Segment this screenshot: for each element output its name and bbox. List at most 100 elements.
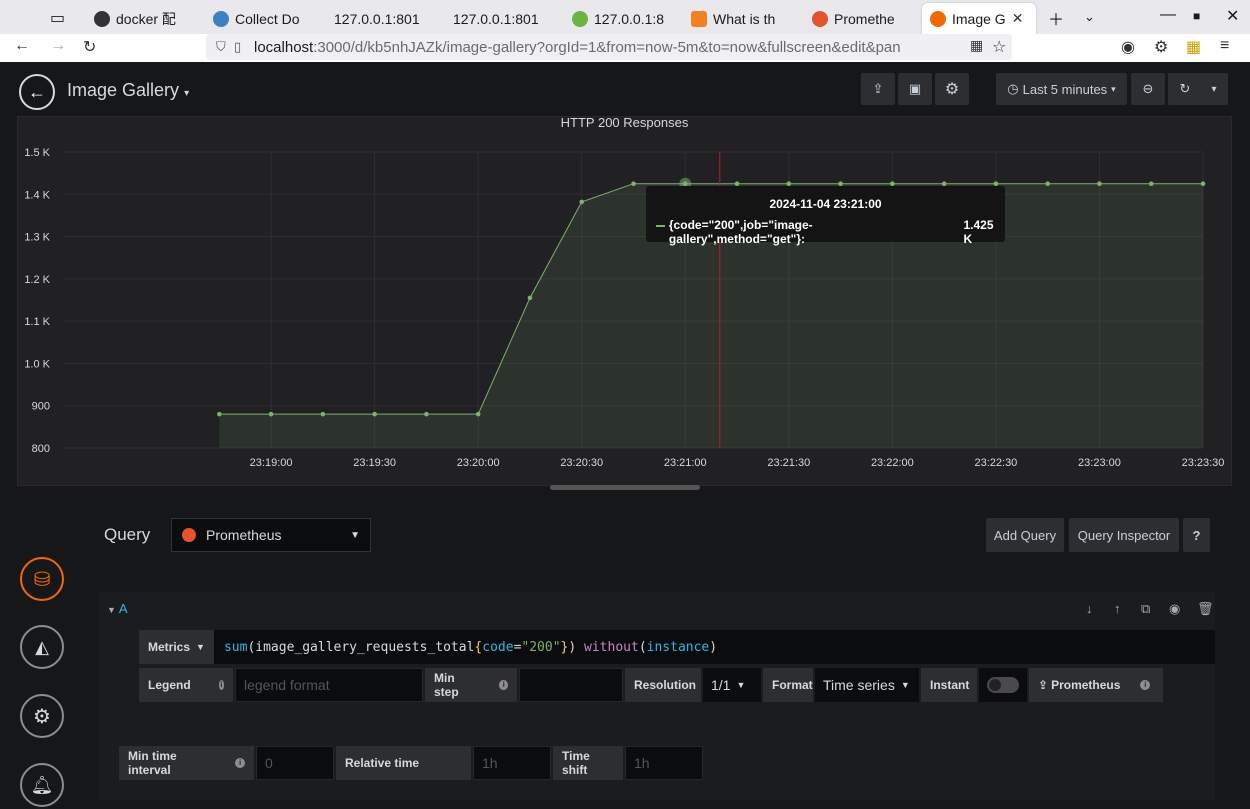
tab-collect[interactable]: Collect Do <box>213 5 313 33</box>
tab-prometheus[interactable]: Promethe <box>812 5 912 33</box>
duplicate-icon[interactable]: ⧉ <box>1141 601 1150 617</box>
tab-label: 127.0.0.1:801 <box>453 11 539 27</box>
new-tab-icon[interactable]: ＋ <box>1048 6 1064 30</box>
back-arrow-icon[interactable]: ← <box>19 74 55 110</box>
data-point <box>1200 181 1206 187</box>
tab-local-1[interactable]: 127.0.0.1:801 <box>334 5 434 33</box>
general-tab-button[interactable]: ⚙ <box>20 694 64 738</box>
menu-icon[interactable]: ≡ <box>1220 37 1229 55</box>
alert-tab-button[interactable]: 🔔︎ <box>20 763 64 807</box>
move-down-icon[interactable]: ↓ <box>1086 601 1093 616</box>
data-point <box>1045 181 1050 187</box>
caret-down-icon: ▾ <box>1211 83 1217 95</box>
close-tab-icon[interactable]: ✕ <box>1012 10 1024 27</box>
query-ref-toggle[interactable]: ▼ A <box>107 601 128 616</box>
page-icon[interactable]: ▯ <box>234 39 241 55</box>
tab-docker[interactable]: docker 配 <box>94 5 204 33</box>
info-icon[interactable]: i <box>235 758 245 768</box>
reload-icon[interactable]: ↻ <box>83 37 96 57</box>
expression-input[interactable]: sum(image_gallery_requests_total{code="2… <box>216 640 717 655</box>
tab-list-icon[interactable]: ⌄ <box>1084 9 1095 25</box>
zoom-out-button[interactable]: ⊖ <box>1131 73 1165 105</box>
query-ref-id: A <box>118 601 128 616</box>
forward-icon[interactable]: → <box>50 37 66 55</box>
extension-icon[interactable]: ⚙ <box>1154 37 1168 57</box>
close-window-icon[interactable]: ✕ <box>1226 6 1239 26</box>
data-point <box>527 295 533 301</box>
shield-icon[interactable]: ⛉ <box>216 39 226 55</box>
min-step-input[interactable] <box>519 668 623 702</box>
time-picker-button[interactable]: ◷ Last 5 minutes ▾ <box>996 73 1127 105</box>
tab-overview-icon[interactable]: ▭ <box>50 8 65 28</box>
min-interval-label: Min time interval i <box>119 746 254 780</box>
bookmark-star-icon[interactable]: ☆ <box>992 37 1006 57</box>
tab-image-gallery[interactable]: Image G ✕ <box>922 3 1036 34</box>
tab-local-3[interactable]: 127.0.0.1:8 <box>572 5 672 33</box>
instant-toggle[interactable] <box>987 677 1019 693</box>
expr-metric: image_gallery_requests_total <box>255 639 475 655</box>
prometheus-link[interactable]: ⇪ Prometheus i <box>1029 668 1163 702</box>
prometheus-icon <box>812 11 828 27</box>
legend-input[interactable]: legend format <box>235 668 423 702</box>
extensions-grid-icon[interactable]: ▦ <box>970 37 983 54</box>
move-up-icon[interactable]: ↑ <box>1114 601 1121 616</box>
add-query-button[interactable]: Add Query <box>986 518 1064 552</box>
trash-icon[interactable]: 🗑︎ <box>1197 601 1214 617</box>
help-button[interactable]: ? <box>1183 518 1210 552</box>
minimize-icon[interactable]: — <box>1160 6 1176 24</box>
tab-strip: ▭ docker 配 Collect Do 127.0.0.1:801 127.… <box>0 0 1250 34</box>
refresh-interval-button[interactable]: ▾ <box>1200 73 1228 105</box>
visualization-tab-button[interactable]: ◭ <box>20 625 64 669</box>
tab-label: Promethe <box>834 11 895 27</box>
min-interval-input[interactable]: 0 <box>256 746 334 780</box>
data-point <box>1097 181 1102 187</box>
settings-button[interactable]: ⚙ <box>935 73 969 105</box>
save-button[interactable]: ▣ <box>898 73 932 105</box>
data-point <box>372 411 377 417</box>
datasource-select[interactable]: Prometheus ▼ <box>171 518 371 552</box>
time-range-label: Last 5 minutes <box>1022 81 1108 97</box>
tab-label: 127.0.0.1:801 <box>334 11 420 27</box>
query-options-row: Min time interval i 0 Relative time 1h Ti… <box>119 746 705 780</box>
format-select[interactable]: Time series ▼ <box>815 668 919 702</box>
min-step-label: Min step i <box>425 668 517 702</box>
relative-time-input[interactable]: 1h <box>473 746 551 780</box>
info-icon[interactable]: i <box>499 680 508 690</box>
chart-svg[interactable]: 800 900 1.0 K 1.1 K 1.2 K 1.3 K 1.4 K 1.5 K 23:1… <box>18 117 1231 485</box>
clock-icon: ◷ <box>1007 81 1019 96</box>
url-bar[interactable]: ⛉ ▯ localhost:3000/d/kb5nhJAZk/image-gal… <box>206 34 1012 60</box>
metrics-label[interactable]: Metrics ▼ <box>139 630 214 664</box>
graph-panel[interactable]: HTTP 200 Responses 800 900 1.0 K 1.1 K 1.2 K… <box>17 115 1232 490</box>
share-button[interactable]: ⇪ <box>861 73 895 105</box>
addon-icon[interactable]: ▦ <box>1186 37 1201 57</box>
min-interval-label-text: Min time interval <box>128 749 177 777</box>
data-point <box>217 411 222 417</box>
back-icon[interactable]: ← <box>14 37 30 55</box>
relative-time-label: Relative time <box>336 746 471 780</box>
tab-local-2[interactable]: 127.0.0.1:801 <box>453 5 553 33</box>
queries-tab-button[interactable]: ⛁ <box>20 557 64 601</box>
expr-arg: instance <box>646 639 710 655</box>
info-icon[interactable]: i <box>218 680 224 690</box>
maximize-icon[interactable]: ■ <box>1193 9 1200 23</box>
dashboard-header: ← Image Gallery ▾ ⇪ ▣ ⚙ ◷ Last 5 minutes ▾… <box>0 62 1250 116</box>
query-inspector-button[interactable]: Query Inspector <box>1069 518 1179 552</box>
eye-icon[interactable]: ◉ <box>1169 601 1180 617</box>
info-icon[interactable]: i <box>1140 680 1151 690</box>
time-shift-label: Time shift <box>553 746 623 780</box>
save-icon: ▣ <box>908 81 922 96</box>
account-icon[interactable]: ◉ <box>1121 37 1135 57</box>
refresh-button[interactable]: ↻ <box>1168 73 1202 105</box>
tab-label: Image G <box>952 10 1006 27</box>
tab-whatis[interactable]: What is th <box>691 5 791 33</box>
time-shift-input[interactable]: 1h <box>625 746 703 780</box>
tab-label: What is th <box>713 11 776 27</box>
database-icon: ⛁ <box>33 568 51 591</box>
panel-scrollbar[interactable] <box>550 485 700 490</box>
nav-bar: ← → ↻ ⛉ ▯ localhost:3000/d/kb5nhJAZk/ima… <box>0 34 1250 62</box>
expr-without: without <box>584 639 639 655</box>
resolution-select[interactable]: 1/1 ▼ <box>703 668 761 702</box>
x-tick-label: 23:21:30 <box>767 457 810 469</box>
prometheus-link-text: Prometheus <box>1051 678 1121 692</box>
dashboard-title[interactable]: Image Gallery ▾ <box>67 80 189 101</box>
